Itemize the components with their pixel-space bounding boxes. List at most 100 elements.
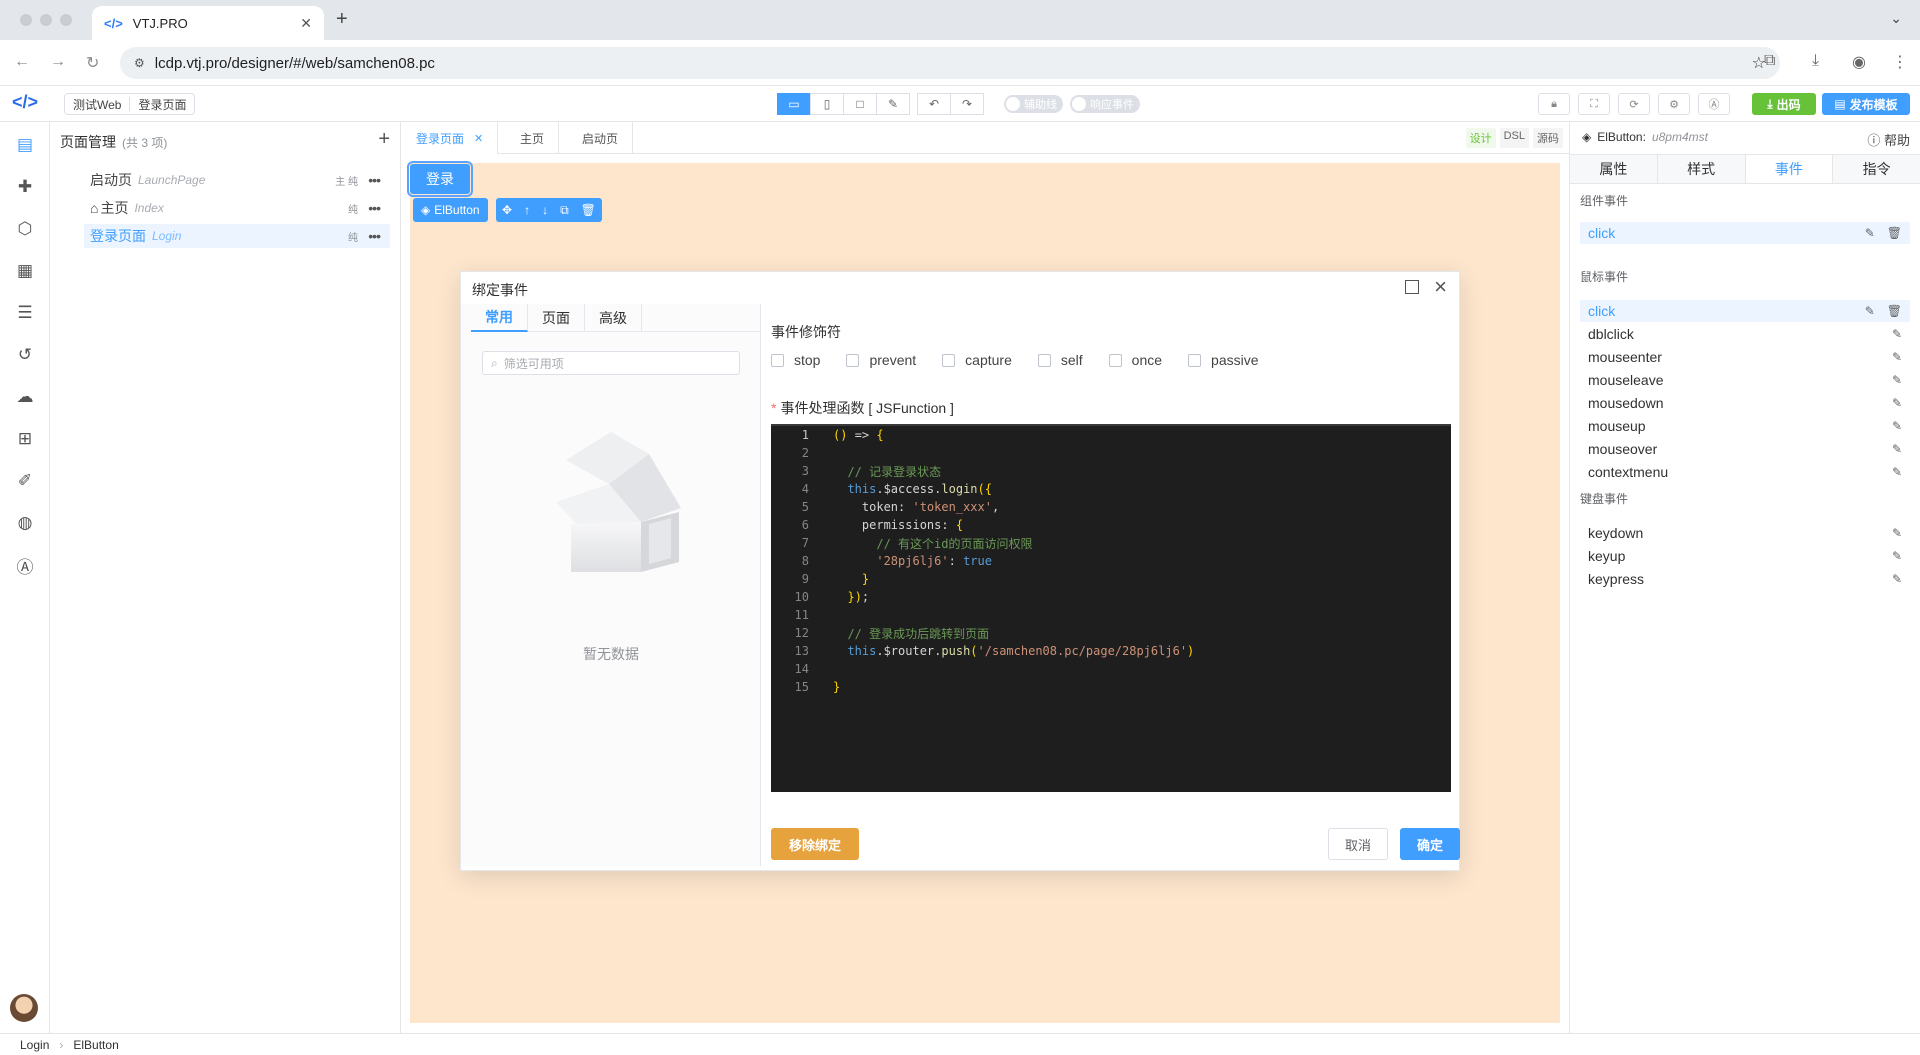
cancel-button[interactable]: 取消 [1328,828,1388,860]
back-icon[interactable]: ← [14,53,30,71]
code-line[interactable]: 5 token: 'token_xxx', [771,498,1451,516]
extensions-icon[interactable]: ⧉ [1764,52,1775,70]
page-item-login[interactable]: 登录页面 Login 纯 ••• [84,224,390,248]
code-line[interactable]: 9 } [771,570,1451,588]
tab-styles[interactable]: 样式 [1657,155,1746,183]
edit-icon[interactable]: ✎ [1892,549,1902,563]
code-line[interactable]: 10 }); [771,588,1451,606]
code-line[interactable]: 14 [771,660,1451,678]
close-tab-icon[interactable]: ✕ [300,15,312,32]
event-item-mouseup[interactable]: mouseup ✎ [1580,415,1910,437]
code-line[interactable]: 2 [771,444,1451,462]
selected-component-label[interactable]: ◈ ElButton [413,198,488,222]
tab-props[interactable]: 属性 [1570,155,1658,183]
tab-advanced[interactable]: 高级 [585,304,642,332]
edit-icon[interactable]: ✎ [1892,419,1902,433]
code-line[interactable]: 4 this.$access.login({ [771,480,1451,498]
event-item-click[interactable]: click ✎ 🗑︎ [1580,222,1910,244]
settings-icon[interactable]: ⚙ [1658,93,1690,115]
edit-icon[interactable]: ✎ [1892,350,1902,364]
undo-icon[interactable]: ↶ [917,93,951,115]
refresh-icon[interactable]: ⟳ [1618,93,1650,115]
tab-directives[interactable]: 指令 [1833,155,1920,183]
project-name[interactable]: 测试Web [65,96,129,113]
event-item-keydown[interactable]: keydown ✎ [1580,522,1910,544]
event-item-keypress[interactable]: keypress ✎ [1580,568,1910,590]
edit-icon[interactable]: ✎ [1865,304,1875,318]
more-icon[interactable]: ••• [368,172,381,188]
desktop-view-icon[interactable]: ▭ [777,93,811,115]
status-path-component[interactable]: ElButton [73,1038,118,1052]
minimize-window-dot[interactable] [40,14,52,26]
close-icon[interactable]: × [1434,274,1447,300]
publish-template-button[interactable]: ▤ 发布模板 [1822,93,1910,115]
outline-tree-icon[interactable]: ☰ [12,300,38,326]
globe-icon[interactable]: ◍ [12,510,38,536]
profile-icon[interactable]: ◉ [1852,52,1866,72]
edit-icon[interactable]: ✎ [1892,327,1902,341]
tab-common[interactable]: 常用 [471,304,528,332]
apps-grid-icon[interactable]: ⊞ [12,426,38,452]
history-icon[interactable]: ↺ [12,342,38,368]
modifier-self[interactable]: self [1037,352,1083,368]
event-item-mouseenter[interactable]: mouseenter ✎ [1580,346,1910,368]
checkbox[interactable] [1188,353,1202,367]
checkbox[interactable] [942,353,956,367]
code-line[interactable]: 13 this.$router.push('/samchen08.pc/page… [771,642,1451,660]
vtj-logo-icon[interactable]: </> [12,92,38,113]
tab-page[interactable]: 页面 [528,304,585,332]
code-editor[interactable]: 1() => {2 3 // 记录登录状态 4 this.$access.login… [771,424,1451,792]
tab-index-page[interactable]: 主页 [506,122,560,154]
forward-icon[interactable]: → [50,53,66,71]
reload-icon[interactable]: ↻ [86,53,99,73]
browser-menu-icon[interactable]: ⋮ [1892,52,1908,72]
lock-icon[interactable]: 🔒︎ [1538,93,1570,115]
helper-lines-switch[interactable]: 辅助线 [1004,95,1063,113]
preview-icon[interactable]: ⛶ [1578,93,1610,115]
confirm-button[interactable]: 确定 [1400,828,1460,860]
code-line[interactable]: 11 [771,606,1451,624]
ai-assistant-icon[interactable]: Ⓐ [12,552,38,578]
filter-input[interactable]: ⌕ 筛选可用项 [482,351,740,375]
checkbox[interactable] [1108,353,1122,367]
edit-icon[interactable]: ✎ [1865,226,1875,240]
export-code-button[interactable]: ⤓ 出码 [1752,93,1816,115]
page-item-launch[interactable]: 启动页 LaunchPage 主 纯 ••• [84,168,390,192]
copy-icon[interactable]: ⧉ [560,203,569,218]
code-line[interactable]: 3 // 记录登录状态 [771,462,1451,480]
event-item-dblclick[interactable]: dblclick ✎ [1580,323,1910,345]
event-item-contextmenu[interactable]: contextmenu ✎ [1580,461,1910,483]
code-line[interactable]: 15} [771,678,1451,696]
status-path-page[interactable]: Login [20,1038,49,1052]
add-page-icon[interactable]: + [378,128,390,151]
tab-login-page[interactable]: 登录页面 ✕ [402,122,499,154]
modifier-capture[interactable]: capture [942,352,1012,368]
respond-events-switch[interactable]: 响应事件 [1070,95,1140,113]
user-avatar[interactable] [10,994,38,1022]
site-info-icon[interactable]: ⚙ [134,56,145,70]
page-item-index[interactable]: ⌂ 主页 Index 纯 ••• [84,196,390,220]
mode-source[interactable]: 源码 [1533,128,1563,148]
mode-dsl[interactable]: DSL [1499,128,1529,148]
modifier-passive[interactable]: passive [1188,352,1259,368]
checkbox[interactable] [771,353,784,367]
edit-icon[interactable]: ✎ [1892,526,1902,540]
address-bar[interactable]: ⚙ lcdp.vtj.pro/designer/#/web/samchen08.… [120,47,1780,79]
canvas-login-button[interactable]: 登录 [407,161,473,197]
tab-launch-page[interactable]: 启动页 [568,122,634,154]
event-item-mouseover[interactable]: mouseover ✎ [1580,438,1910,460]
download-icon[interactable]: ⤓ [1812,52,1819,70]
help-link[interactable]: ⓘ 帮助 [1867,130,1910,149]
components-cube-icon[interactable]: ⬡ [12,216,38,242]
new-tab-icon[interactable]: + [336,8,348,31]
close-window-dot[interactable] [20,14,32,26]
zoom-window-dot[interactable] [60,14,72,26]
ai-icon[interactable]: Ⓐ [1698,93,1730,115]
pages-icon[interactable]: ▤ [12,132,38,158]
checkbox[interactable] [846,353,860,367]
checkbox[interactable] [1037,353,1051,367]
tab-events[interactable]: 事件 [1745,155,1834,183]
redo-icon[interactable]: ↷ [950,93,984,115]
event-item-keyup[interactable]: keyup ✎ [1580,545,1910,567]
edit-doc-icon[interactable]: ✐ [12,468,38,494]
